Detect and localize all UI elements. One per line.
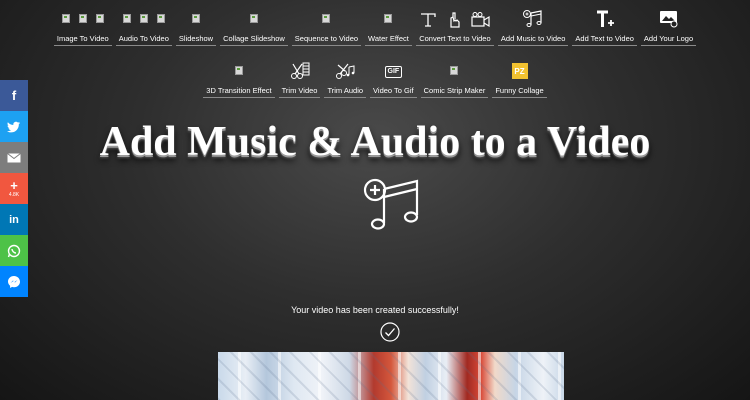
broken-image-icon	[95, 13, 104, 23]
nav-funny-collage[interactable]: PZ Funny Collage	[490, 52, 548, 98]
video-camera-icon	[471, 12, 490, 28]
text-plus-icon	[596, 10, 614, 27]
share-count: 4.8K	[8, 192, 20, 198]
nav-video-to-gif[interactable]: GIF Video To Gif	[368, 52, 419, 98]
nav-label: Convert Text to Video	[419, 34, 491, 43]
nav-add-text-to-video[interactable]: Add Text to Video	[570, 0, 639, 46]
broken-image-icon	[192, 13, 200, 23]
plus-icon: +	[10, 178, 18, 193]
scissors-music-icon	[336, 63, 355, 79]
broken-image-icon	[249, 13, 258, 23]
gif-icon: GIF	[384, 66, 403, 78]
social-share-bar: f + 4.8K in	[0, 80, 28, 297]
nav-label: Trim Video	[281, 86, 318, 95]
whatsapp-share-button[interactable]	[0, 235, 28, 266]
nav-label: Comic Strip Maker	[423, 86, 486, 95]
tools-nav-row-1: Image To Video Audio To Video Slideshow …	[0, 0, 750, 46]
text-icon	[420, 13, 436, 27]
broken-image-icon	[234, 65, 243, 75]
video-frame-pattern	[218, 352, 564, 400]
broken-image-icons	[122, 10, 165, 26]
facebook-share-button[interactable]: f	[0, 80, 28, 111]
facebook-icon: f	[11, 88, 17, 103]
nav-label: Slideshow	[178, 34, 214, 43]
nav-convert-text-to-video[interactable]: Convert Text to Video	[414, 0, 496, 46]
success-message: Your video has been created successfully…	[291, 305, 459, 315]
pz-logo-icon: PZ	[511, 63, 528, 79]
broken-image-icon	[78, 13, 87, 23]
video-preview[interactable]	[218, 352, 564, 400]
nav-label: Add Text to Video	[575, 34, 634, 43]
nav-add-music-to-video[interactable]: Add Music to Video	[496, 0, 570, 46]
nav-water-effect[interactable]: Water Effect	[363, 0, 414, 46]
nav-collage-slideshow[interactable]: Collage Slideshow	[218, 0, 290, 46]
linkedin-share-button[interactable]: in	[0, 204, 28, 235]
nav-label: Collage Slideshow	[223, 34, 285, 43]
nav-slideshow[interactable]: Slideshow	[174, 0, 218, 46]
broken-image-icon	[122, 13, 131, 23]
nav-trim-audio[interactable]: Trim Audio	[322, 52, 368, 98]
messenger-share-button[interactable]	[0, 266, 28, 297]
nav-image-to-video[interactable]: Image To Video	[52, 0, 114, 46]
broken-image-icon	[322, 13, 331, 23]
image-gear-icon	[659, 11, 678, 28]
broken-image-icon	[156, 13, 165, 23]
nav-3d-transition-effect[interactable]: 3D Transition Effect	[201, 52, 276, 98]
nav-label: Water Effect	[368, 34, 409, 43]
nav-label: 3D Transition Effect	[206, 86, 272, 95]
pointer-hand-icon	[450, 12, 460, 28]
nav-comic-strip-maker[interactable]: Comic Strip Maker	[419, 52, 491, 98]
broken-image-icon	[384, 13, 393, 23]
linkedin-icon: in	[9, 213, 19, 226]
broken-image-icons	[61, 10, 104, 26]
nav-audio-to-video[interactable]: Audio To Video	[114, 0, 174, 46]
nav-trim-video[interactable]: Trim Video	[277, 52, 323, 98]
nav-label: Add Your Logo	[643, 34, 694, 43]
nav-label: Funny Collage	[495, 86, 544, 95]
tools-nav-row-2: 3D Transition Effect Trim Video Trim Aud…	[0, 52, 750, 98]
nav-label: Video To Gif	[373, 86, 414, 95]
broken-image-icon	[61, 13, 70, 23]
share-more-button[interactable]: + 4.8K	[0, 173, 28, 204]
scissors-film-icon	[290, 62, 310, 79]
whatsapp-icon	[7, 244, 21, 257]
nav-label: Trim Audio	[327, 86, 364, 95]
music-plus-icon	[523, 10, 542, 27]
music-plus-icon	[363, 178, 419, 230]
nav-label: Sequence to Video	[294, 34, 359, 43]
nav-label: Add Music to Video	[500, 34, 566, 43]
nav-sequence-to-video[interactable]: Sequence to Video	[290, 0, 363, 46]
nav-add-your-logo[interactable]: Add Your Logo	[639, 0, 698, 46]
broken-image-icon	[450, 65, 459, 75]
nav-label: Audio To Video	[118, 34, 169, 43]
broken-image-icon	[139, 13, 148, 23]
messenger-icon	[8, 275, 20, 288]
page-title: Add Music & Audio to a Video	[99, 119, 651, 165]
check-circle-icon	[380, 322, 400, 342]
nav-label: Image To Video	[56, 34, 109, 43]
